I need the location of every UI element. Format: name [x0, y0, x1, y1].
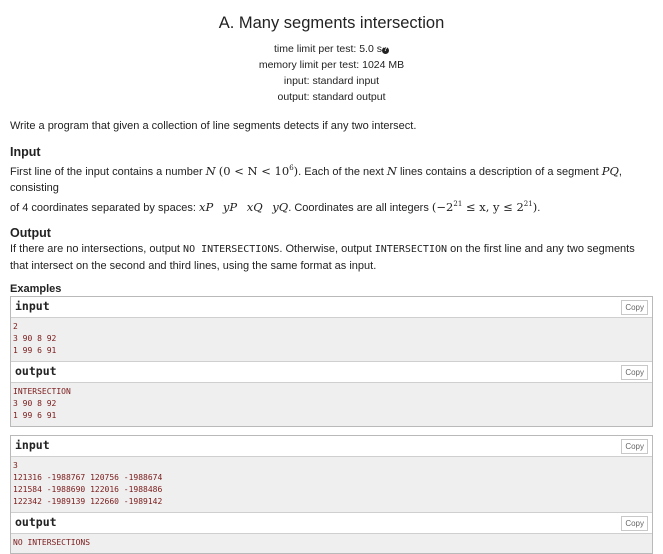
output-file: output: standard output [0, 89, 663, 105]
output-section-body: If there are no intersections, output NO… [10, 241, 653, 274]
sample-input-line: 1 99 6 91 [13, 345, 57, 355]
sample-output-label: output [15, 514, 57, 529]
output-text-3: on the first line and any two segments [447, 242, 635, 255]
code-intersection: INTERSECTION [374, 243, 448, 255]
sample-input-header: input Copy [11, 435, 652, 457]
problem-header: A. Many segments intersection time limit… [0, 0, 663, 105]
sample-output-header: output Copy [11, 360, 652, 383]
sample-input-line: 3 90 8 92 [13, 333, 57, 343]
copy-button[interactable]: Copy [621, 438, 648, 454]
copy-button[interactable]: Copy [621, 515, 648, 531]
input-text-6: . Coordinates are all integers [288, 201, 432, 214]
examples-title: Examples [10, 282, 62, 295]
sample-input-body[interactable]: 2 3 90 8 92 1 99 6 91 [11, 317, 652, 361]
time-limit: time limit per test: 5.0 s? [0, 41, 663, 57]
sample-output-line: 3 90 8 92 [13, 398, 57, 408]
sample-output-header: output Copy [11, 511, 652, 534]
input-text-5: of 4 coordinates separated by spaces: [10, 201, 199, 214]
sample-output-label: output [15, 363, 57, 378]
sample-test-1: input Copy 2 3 90 8 92 1 99 6 91 output Co… [10, 295, 653, 427]
sample-output-line: 1 99 6 91 [13, 410, 57, 420]
sample-input-line: 2 [13, 321, 18, 331]
problem-content: Write a program that given a collection … [0, 118, 663, 554]
math-n2: N [386, 163, 397, 178]
problem-title: A. Many segments intersection [218, 14, 445, 32]
sample-output-line: INTERSECTION [13, 386, 71, 396]
input-text-2: . Each of the next [298, 165, 387, 178]
output-text-1: If there are no intersections, output [10, 242, 184, 255]
sample-output-body[interactable]: NO INTERSECTIONS [11, 533, 652, 553]
output-file-value: standard output [312, 91, 386, 103]
memory-limit: memory limit per test: 1024 MB [0, 57, 663, 73]
input-section-title: Input [10, 145, 41, 159]
math-pq: PQ [601, 163, 619, 178]
math-coords: xP yP xQ yQ [198, 199, 289, 214]
memory-limit-label: memory limit per test: [258, 59, 360, 71]
output-text-4: that intersect on the second and third l… [10, 259, 377, 272]
problem-legend: Write a program that given a collection … [10, 120, 417, 132]
input-text-7: . [537, 201, 541, 214]
math-bounds-exp2: 21 [523, 199, 533, 208]
sample-input-line: 122342 -1989139 122660 -1989142 [13, 496, 163, 506]
input-file-label: input: [283, 75, 310, 87]
sample-output-body[interactable]: INTERSECTION 3 90 8 92 1 99 6 91 [11, 382, 652, 426]
output-file-label: output: [277, 91, 310, 103]
sample-output-line: NO INTERSECTIONS [13, 537, 91, 547]
sample-input-label: input [15, 437, 50, 452]
math-range: (0 < N < 106) [219, 164, 298, 178]
input-section-body: First line of the input contains a numbe… [10, 160, 653, 216]
math-bounds-exp1: 21 [453, 199, 463, 208]
sample-input-label: input [15, 298, 50, 313]
memory-limit-value: 1024 MB [362, 59, 405, 71]
math-n: N [205, 163, 216, 178]
sample-input-line: 121316 -1988767 120756 -1988674 [13, 472, 163, 482]
input-file-value: standard input [312, 75, 380, 87]
time-limit-value: 5.0 s [359, 43, 382, 55]
output-text-2: . Otherwise, output [279, 242, 375, 255]
input-text-3: lines contains a description of a segmen… [396, 165, 602, 178]
problem-page: A. Many segments intersection time limit… [0, 0, 663, 554]
sample-input-header: input Copy [11, 296, 652, 318]
sample-spacer [10, 427, 653, 435]
sample-input-body[interactable]: 3 121316 -1988767 120756 -1988674 121584 -… [11, 456, 652, 512]
output-section-title: Output [10, 225, 51, 240]
input-file: input: standard input [0, 73, 663, 89]
input-text-1: First line of the input contains a numbe… [10, 165, 206, 178]
time-limit-label: time limit per test: [274, 43, 357, 55]
math-bounds: (−221 ≤ x, y ≤ 221) [432, 200, 537, 214]
math-bounds-start: (−2 [431, 199, 454, 214]
copy-button[interactable]: Copy [621, 364, 648, 380]
code-no-intersections: NO INTERSECTIONS [183, 243, 280, 255]
sample-test-2: input Copy 3 121316 -1988767 120756 -1988… [10, 434, 653, 554]
help-icon[interactable]: ? [381, 47, 389, 54]
math-range-base: (0 < N < 10 [218, 163, 290, 178]
sample-input-line: 121584 -1988690 122016 -1988486 [13, 484, 163, 494]
sample-input-line: 3 [13, 460, 18, 470]
copy-button[interactable]: Copy [621, 299, 648, 315]
math-bounds-mid: ≤ x, y ≤ 2 [462, 199, 524, 214]
